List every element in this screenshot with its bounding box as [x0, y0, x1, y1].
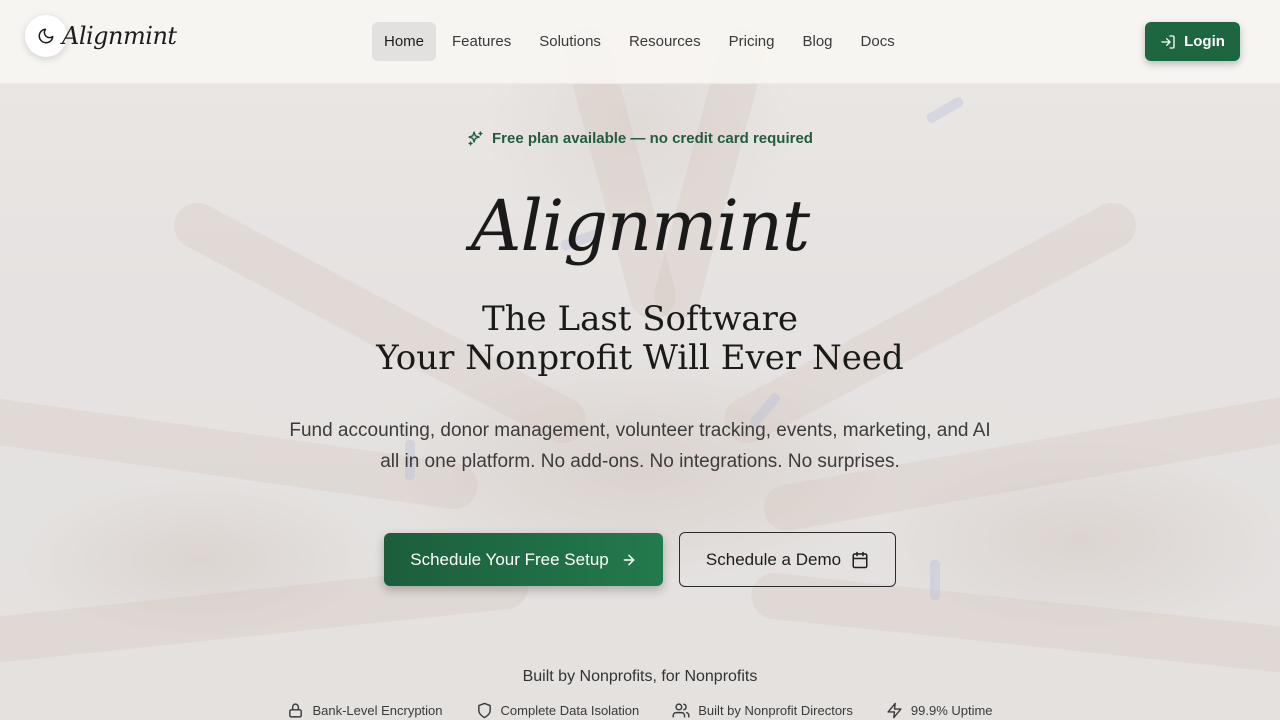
hero-subheadline: Fund accounting, donor management, volun…: [0, 415, 1280, 477]
header-logo[interactable]: Alignmint: [62, 22, 177, 50]
free-plan-notice: Free plan available — no credit card req…: [0, 128, 1280, 148]
schedule-free-setup-label: Schedule Your Free Setup: [410, 549, 609, 569]
calendar-icon: [851, 551, 869, 569]
arrow-right-icon: [621, 552, 637, 568]
free-plan-text: Free plan available — no credit card req…: [492, 129, 813, 147]
trust-item-directors: Built by Nonprofit Directors: [672, 702, 853, 719]
built-by-tagline: Built by Nonprofits, for Nonprofits: [522, 668, 758, 685]
login-label: Login: [1184, 33, 1225, 50]
hero-headline-line1: The Last Software: [481, 299, 799, 339]
hero-headline-line2: Your Nonprofit Will Ever Need: [376, 338, 904, 378]
nav-item-solutions[interactable]: Solutions: [527, 22, 613, 61]
trust-label: 99.9% Uptime: [910, 702, 993, 718]
nav-item-blog[interactable]: Blog: [791, 22, 845, 61]
hero-brand-logo: Alignmint: [470, 185, 810, 267]
schedule-demo-label: Schedule a Demo: [705, 549, 842, 569]
hero-subheadline-line1: Fund accounting, donor management, volun…: [289, 420, 991, 441]
sparkles-icon: [467, 130, 484, 147]
trust-label: Complete Data Isolation: [500, 702, 640, 718]
schedule-demo-button[interactable]: Schedule a Demo: [679, 532, 896, 587]
trust-label: Bank-Level Encryption: [312, 702, 443, 718]
login-icon: [1160, 34, 1176, 50]
nav-item-resources[interactable]: Resources: [617, 22, 713, 61]
trust-item-encryption: Bank-Level Encryption: [287, 702, 443, 719]
login-button[interactable]: Login: [1145, 22, 1240, 61]
main-nav: Home Features Solutions Resources Pricin…: [372, 22, 911, 61]
hero-subheadline-line2: all in one platform. No add-ons. No inte…: [380, 451, 900, 472]
moon-icon: [37, 27, 55, 45]
nav-item-docs[interactable]: Docs: [849, 22, 907, 61]
trust-badges: Bank-Level Encryption Complete Data Isol…: [0, 700, 1280, 720]
lightning-icon: [886, 702, 903, 719]
lock-icon: [287, 702, 304, 719]
users-icon: [672, 702, 690, 719]
trust-item-isolation: Complete Data Isolation: [476, 702, 640, 719]
shield-icon: [476, 702, 493, 719]
trust-item-uptime: 99.9% Uptime: [886, 702, 993, 719]
nav-item-home[interactable]: Home: [372, 22, 437, 61]
hero-headline: The Last Software Your Nonprofit Will Ev…: [0, 300, 1280, 378]
nav-item-pricing[interactable]: Pricing: [717, 22, 787, 61]
trust-label: Built by Nonprofit Directors: [698, 702, 853, 718]
schedule-free-setup-button[interactable]: Schedule Your Free Setup: [384, 533, 663, 586]
site-header: Alignmint Home Features Solutions Resour…: [0, 0, 1280, 84]
theme-toggle-button[interactable]: [25, 15, 67, 57]
nav-item-features[interactable]: Features: [440, 22, 523, 61]
